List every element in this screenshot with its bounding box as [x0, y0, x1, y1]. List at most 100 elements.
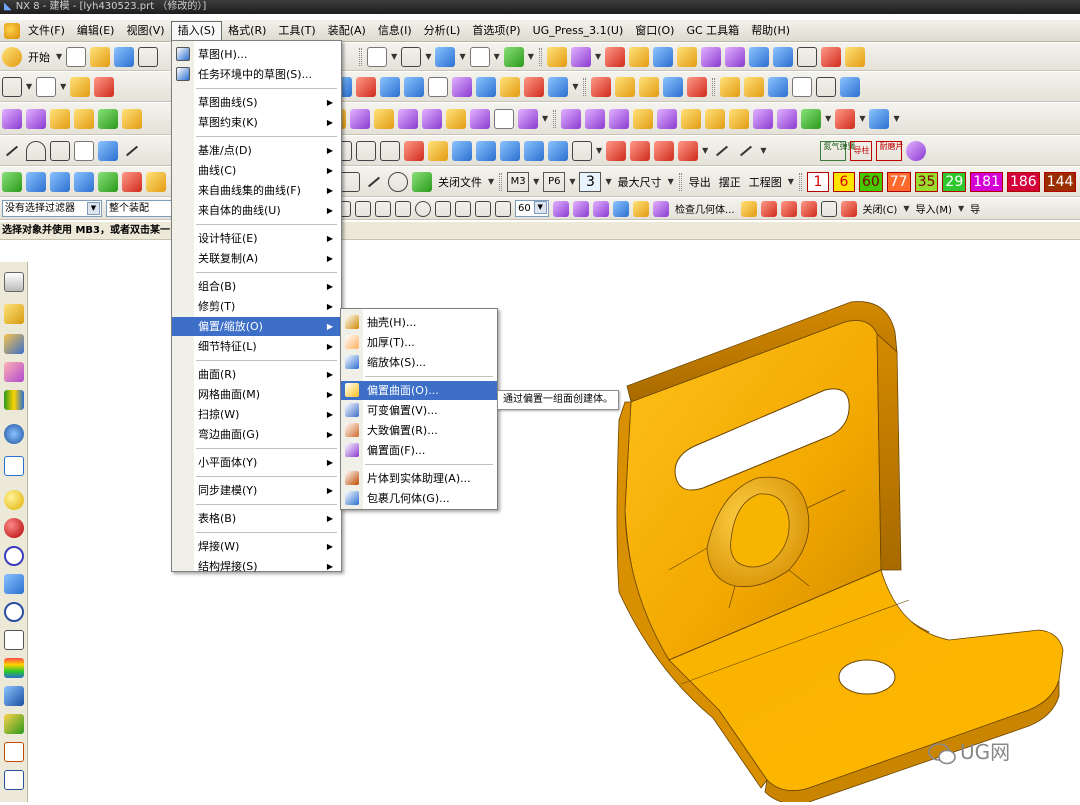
menu-information[interactable]: 信息(I)	[372, 21, 418, 41]
insert-menu-item[interactable]: 任务环境中的草图(S)...	[172, 65, 341, 84]
offset-menu-item[interactable]: 抽壳(H)...	[341, 313, 497, 332]
surface-9-icon[interactable]	[374, 108, 394, 129]
part-navigator-icon[interactable]	[4, 334, 24, 354]
feature-13-icon[interactable]	[615, 76, 636, 97]
offset-menu-item[interactable]: 包裹几何体(G)...	[341, 489, 497, 508]
reuse-library-icon[interactable]	[4, 362, 24, 382]
standard-number-button[interactable]: 186	[1006, 171, 1040, 192]
standard-number-button[interactable]: 29	[942, 171, 967, 192]
feature-4-icon[interactable]	[380, 76, 401, 97]
offset-menu-item[interactable]: 加厚(T)...	[341, 333, 497, 352]
tool-c-icon[interactable]	[653, 46, 674, 67]
standard-number-button[interactable]: 144	[1043, 171, 1077, 192]
snap-5-icon[interactable]	[415, 200, 431, 217]
close-file-button[interactable]: 关闭文件	[438, 174, 482, 190]
arc-icon[interactable]	[26, 140, 46, 161]
yellow-sphere-icon[interactable]	[4, 490, 24, 510]
surface-11-icon[interactable]	[422, 108, 442, 129]
menu-edit[interactable]: 编辑(E)	[71, 21, 121, 41]
drawing-button[interactable]: 工程图	[749, 174, 782, 190]
standard-number-button[interactable]: 181	[970, 171, 1003, 192]
document-icon[interactable]	[4, 742, 24, 762]
surface-12-icon[interactable]	[446, 108, 466, 129]
three-button[interactable]: 3	[579, 171, 602, 192]
offset-menu-item[interactable]: 片体到实体助理(A)...	[341, 469, 497, 488]
chevron-down-icon[interactable]: ▼	[87, 202, 100, 215]
feature-5-icon[interactable]	[404, 76, 425, 97]
list-icon[interactable]	[4, 630, 24, 650]
surface-14-icon[interactable]	[494, 108, 514, 129]
curve-15-icon[interactable]	[524, 140, 544, 161]
view-fit-icon[interactable]	[367, 46, 388, 67]
start-button[interactable]: 开始	[28, 49, 50, 65]
insert-menu-item[interactable]: 来自曲线集的曲线(F) ▶	[172, 181, 341, 200]
custom-3-icon[interactable]	[50, 171, 70, 192]
surface-3-icon[interactable]	[50, 108, 70, 129]
flag-icon[interactable]	[98, 171, 118, 192]
insert-menu-item[interactable]: 焊接(W) ▶	[172, 537, 341, 556]
nitrogen-spring-button[interactable]: 氮气弹簧	[820, 140, 855, 161]
rectangle-curve-icon[interactable]	[74, 140, 94, 161]
tool-g-icon[interactable]	[749, 46, 770, 67]
feature-7-icon[interactable]	[452, 76, 473, 97]
surface-20-icon[interactable]	[657, 108, 678, 129]
curve-18-icon[interactable]	[606, 140, 627, 161]
feature-8-icon[interactable]	[476, 76, 497, 97]
insert-menu-item[interactable]: 草图(H)...	[172, 45, 341, 64]
precision-select[interactable]: 60 ▼	[515, 200, 549, 217]
feature-6-icon[interactable]	[428, 76, 449, 97]
curve-17-icon[interactable]	[572, 140, 592, 161]
curve-20-icon[interactable]	[654, 140, 675, 161]
surface-8-icon[interactable]	[350, 108, 370, 129]
tool-f-icon[interactable]	[725, 46, 746, 67]
menu-gc-toolbox[interactable]: GC 工具箱	[680, 21, 745, 41]
wear-plate-button[interactable]: 耐磨片	[876, 140, 903, 161]
new-file-icon[interactable]	[66, 46, 87, 67]
feature-3-icon[interactable]	[356, 76, 377, 97]
close-button[interactable]: 关闭(C)	[863, 201, 898, 216]
history-icon[interactable]	[4, 456, 24, 476]
menu-file[interactable]: 文件(F)	[22, 21, 71, 41]
p6-button[interactable]: P6	[543, 171, 566, 192]
check-4-icon[interactable]	[613, 200, 629, 217]
feature-21-icon[interactable]	[816, 76, 837, 97]
insert-menu-item[interactable]: 组合(B) ▶	[172, 277, 341, 296]
curve-13-icon[interactable]	[476, 140, 496, 161]
insert-menu-item[interactable]: 设计特征(E) ▶	[172, 229, 341, 248]
background-icon[interactable]	[469, 46, 490, 67]
export-button[interactable]: 导出	[689, 174, 711, 190]
feature-12-icon[interactable]	[591, 76, 612, 97]
people-icon[interactable]	[4, 714, 24, 734]
feature-15-icon[interactable]	[663, 76, 684, 97]
feature-11-icon[interactable]	[548, 76, 569, 97]
feature-9-icon[interactable]	[500, 76, 521, 97]
tool-b-icon[interactable]	[629, 46, 650, 67]
sel-4-icon[interactable]	[800, 200, 817, 217]
custom-6-icon[interactable]	[122, 171, 142, 192]
custom-4-icon[interactable]	[74, 171, 94, 192]
motion-icon[interactable]	[570, 46, 591, 67]
check-geometry-button[interactable]: 检查几何体...	[675, 201, 735, 216]
chevron-down-icon[interactable]: ▼	[533, 201, 547, 214]
layer-icon[interactable]	[503, 46, 524, 67]
component-icon[interactable]	[906, 140, 927, 161]
insert-menu-item[interactable]: 结构焊接(S) ▶	[172, 557, 341, 576]
curve-6-icon[interactable]	[122, 141, 142, 161]
surface-19-icon[interactable]	[633, 108, 654, 129]
check-geometry-icon[interactable]	[653, 200, 669, 217]
render-style-icon[interactable]	[401, 46, 422, 67]
tool-k-icon[interactable]	[845, 46, 866, 67]
line-icon[interactable]	[2, 141, 22, 161]
tool-e-icon[interactable]	[701, 46, 722, 67]
extrude-icon[interactable]	[70, 76, 91, 97]
open-folder-icon[interactable]	[90, 46, 111, 67]
snap-2-icon[interactable]	[355, 200, 371, 217]
point-icon[interactable]	[50, 140, 70, 161]
m3-button[interactable]: M3	[507, 171, 530, 192]
report-icon[interactable]	[4, 770, 24, 790]
insert-menu-item[interactable]: 来自体的曲线(U) ▶	[172, 201, 341, 220]
snap-9-icon[interactable]	[495, 200, 511, 217]
custom-9-icon[interactable]	[364, 172, 384, 192]
menu-tools[interactable]: 工具(T)	[272, 21, 321, 41]
standard-number-button[interactable]: 1	[806, 171, 829, 192]
